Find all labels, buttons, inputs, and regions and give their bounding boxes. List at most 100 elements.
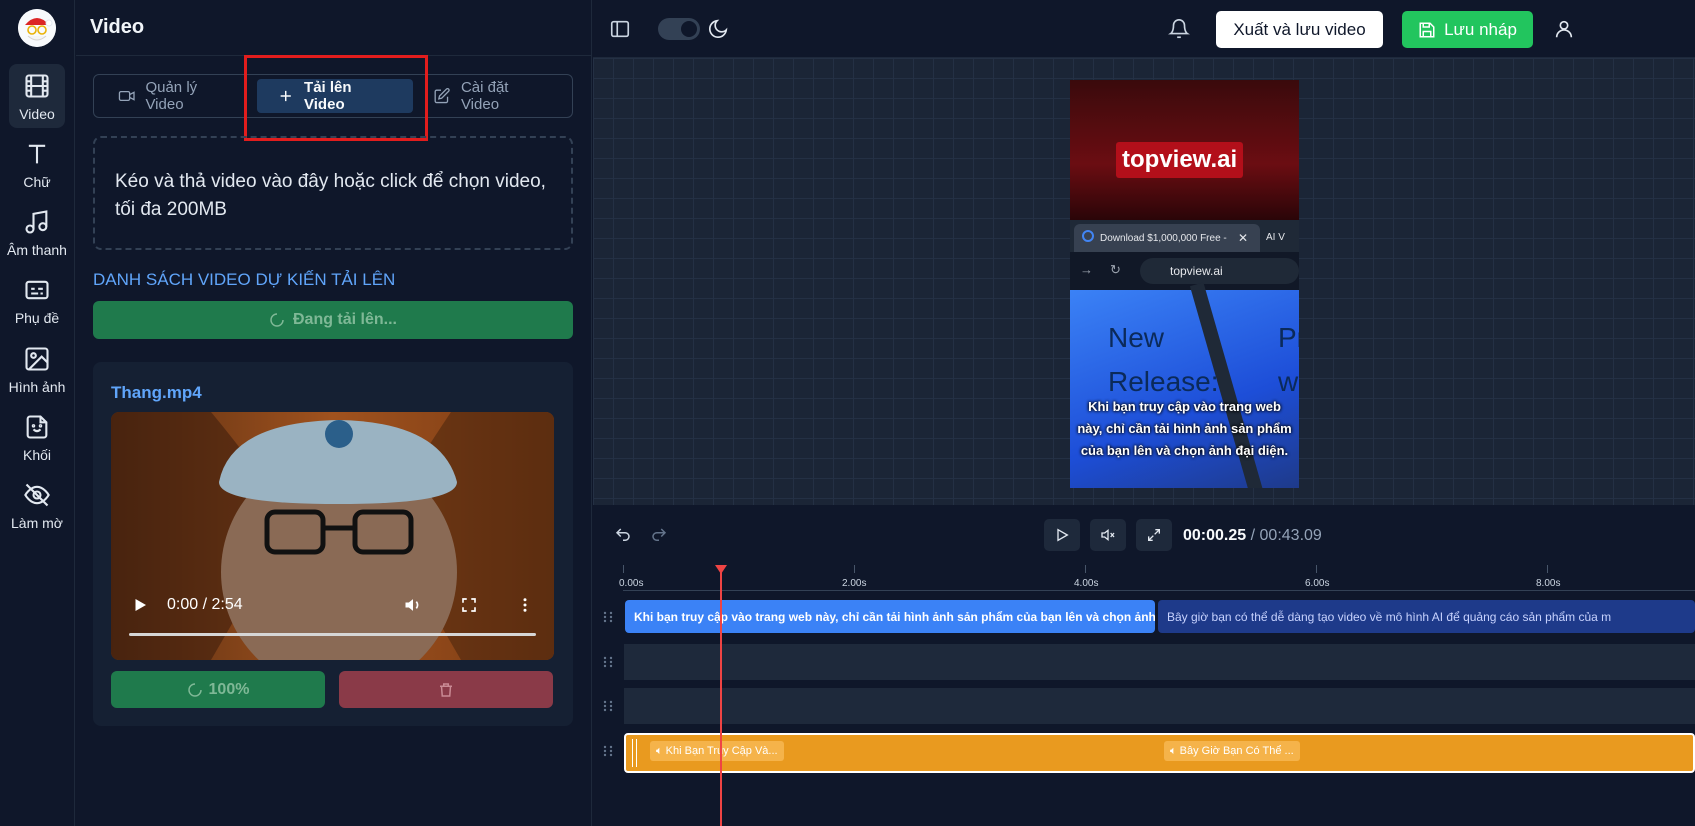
text-icon bbox=[28, 144, 46, 164]
rail-item-image[interactable]: Hình ảnh bbox=[9, 337, 65, 401]
speaker-icon: 🔈︎ bbox=[656, 745, 663, 757]
moon-icon bbox=[708, 19, 728, 39]
save-icon bbox=[1419, 22, 1435, 37]
subtitle-clip[interactable]: Khi bạn truy cập vào trang web này, chỉ … bbox=[625, 600, 1155, 633]
preview-subtitle-caption[interactable]: Khi bạn truy cập vào trang web này, chỉ … bbox=[1076, 396, 1293, 462]
eye-off-icon bbox=[24, 483, 50, 507]
volume-icon[interactable] bbox=[403, 595, 423, 615]
volume-mute-icon bbox=[1101, 528, 1115, 542]
rail-item-subtitles[interactable]: Phụ đề bbox=[9, 268, 65, 332]
user-icon[interactable] bbox=[1553, 18, 1575, 40]
tab-manage-video[interactable]: Quản lý Video bbox=[98, 79, 257, 113]
save-draft-button[interactable]: Lưu nháp bbox=[1402, 11, 1533, 48]
video-preview-frame[interactable]: topview.ai Download $1,000,000 Free - ✕ … bbox=[1070, 80, 1299, 488]
rail-label: Khối bbox=[22, 447, 52, 463]
tick-text: 4.00s bbox=[1074, 578, 1099, 589]
playback-time: 00:00.25 / 00:43.09 bbox=[1183, 527, 1322, 545]
toggle-knob bbox=[681, 21, 697, 37]
google-icon bbox=[1082, 230, 1094, 242]
play-icon bbox=[1057, 528, 1069, 542]
tick-label: 8.00s bbox=[1536, 578, 1560, 589]
upload-dropzone[interactable]: Kéo và thả video vào đây hoặc click để c… bbox=[93, 136, 573, 250]
audio-clip[interactable]: 🔈︎ Khi Bạn Truy Cập Và... bbox=[650, 741, 784, 761]
timeline-playhead[interactable] bbox=[715, 565, 727, 826]
ruler-tick bbox=[623, 565, 624, 573]
timeline-ruler[interactable]: 0.00s 2.00s 4.00s 6.00s 8.00s bbox=[619, 565, 1695, 591]
close-icon: ✕ bbox=[1238, 231, 1249, 245]
bell-icon[interactable] bbox=[1168, 18, 1190, 40]
uploading-label: Đang tải lên... bbox=[292, 311, 397, 328]
player-time: 0:00 / 2:54 bbox=[167, 596, 243, 613]
rail-label: Hình ảnh bbox=[8, 379, 66, 395]
total-time: 00:43.09 bbox=[1259, 527, 1322, 544]
tool-rail: Video Chữ Âm thanh Phụ đề Hình ảnh Khối … bbox=[0, 0, 75, 826]
preview-url-box: topview.ai bbox=[1140, 258, 1299, 284]
delete-file-button[interactable] bbox=[339, 671, 553, 708]
subtitle-clip[interactable]: Bây giờ bạn có thể dễ dàng tạo video về … bbox=[1158, 600, 1695, 633]
audio-trim-handle[interactable] bbox=[632, 739, 637, 767]
drag-handle-icon[interactable] bbox=[601, 699, 615, 713]
ruler-tick bbox=[1085, 565, 1086, 573]
trash-icon bbox=[440, 682, 452, 697]
audio-clip[interactable]: 🔈︎ Bây Giờ Bạn Có Thể ... bbox=[1164, 741, 1300, 761]
preview-url-text: topview.ai bbox=[1170, 264, 1223, 278]
tick-text: 0.00s bbox=[619, 578, 644, 589]
speaker-icon: 🔈︎ bbox=[1170, 745, 1177, 757]
player-progress-bar[interactable] bbox=[129, 633, 536, 636]
image-icon bbox=[25, 347, 49, 371]
reload-icon: ↻ bbox=[1110, 262, 1121, 277]
sticker-icon bbox=[26, 415, 48, 439]
uploading-button: Đang tải lên... bbox=[93, 301, 573, 339]
tick-label: 0.00s bbox=[619, 578, 643, 589]
drag-handle-icon[interactable] bbox=[601, 744, 615, 758]
preview-url-bar: → ↻ topview.ai bbox=[1070, 252, 1299, 290]
rail-label: Âm thanh bbox=[7, 242, 67, 258]
audio-track[interactable]: 🔈︎ Khi Bạn Truy Cập Và... 🔈︎ Bây Giờ Bạn… bbox=[624, 733, 1695, 773]
redo-icon[interactable] bbox=[650, 526, 668, 544]
empty-track[interactable] bbox=[624, 644, 1695, 680]
play-button[interactable] bbox=[1044, 519, 1080, 551]
rail-item-text[interactable]: Chữ bbox=[9, 132, 65, 196]
export-save-button[interactable]: Xuất và lưu video bbox=[1216, 11, 1383, 48]
rail-label: Video bbox=[19, 106, 55, 122]
rail-item-audio[interactable]: Âm thanh bbox=[7, 200, 67, 264]
rail-label: Làm mờ bbox=[11, 515, 63, 531]
preview-canvas: topview.ai Download $1,000,000 Free - ✕ … bbox=[593, 58, 1695, 505]
ruler-tick bbox=[1316, 565, 1317, 573]
drag-handle-icon[interactable] bbox=[601, 610, 615, 624]
rail-item-blocks[interactable]: Khối bbox=[9, 405, 65, 469]
app-logo[interactable] bbox=[18, 9, 56, 47]
play-icon[interactable] bbox=[131, 596, 149, 614]
progress-label: 100% bbox=[208, 680, 250, 698]
ruler-tick bbox=[1547, 565, 1548, 573]
video-camera-icon bbox=[118, 90, 135, 102]
theme-toggle[interactable] bbox=[658, 18, 700, 40]
drag-handle-icon[interactable] bbox=[601, 655, 615, 669]
empty-track[interactable] bbox=[624, 688, 1695, 724]
playback-controls: 00:00.25 / 00:43.09 bbox=[593, 505, 1695, 565]
preview-browser-tabbar: Download $1,000,000 Free - ✕ AI V bbox=[1070, 220, 1299, 252]
file-name: Thang.mp4 bbox=[111, 383, 202, 402]
undo-icon[interactable] bbox=[614, 526, 632, 544]
timeline[interactable]: 0.00s 2.00s 4.00s 6.00s 8.00s Khi bạn tr… bbox=[593, 565, 1695, 826]
upload-progress-button: 100% bbox=[111, 671, 325, 708]
arrow-right-icon: → bbox=[1080, 262, 1093, 277]
rail-label: Phụ đề bbox=[14, 310, 60, 326]
rail-item-blur[interactable]: Làm mờ bbox=[9, 473, 65, 537]
rail-item-video[interactable]: Video bbox=[9, 64, 65, 128]
audio-clip-label: Bây Giờ Bạn Có Thể ... bbox=[1179, 745, 1294, 757]
tick-label: 2.00s bbox=[842, 578, 866, 589]
tick-label: 4.00s bbox=[1074, 578, 1098, 589]
video-player[interactable]: 0:00 / 2:54 bbox=[111, 412, 554, 660]
tab-video-settings[interactable]: Cài đặt Video bbox=[413, 79, 568, 113]
sidebar-toggle-icon[interactable] bbox=[609, 18, 631, 40]
fullscreen-icon[interactable] bbox=[460, 596, 478, 614]
preview-brand-logo: topview.ai bbox=[1116, 142, 1244, 178]
tick-label: 6.00s bbox=[1305, 578, 1329, 589]
mute-button[interactable] bbox=[1090, 519, 1126, 551]
current-time: 00:00.25 bbox=[1183, 527, 1247, 544]
fullscreen-button[interactable] bbox=[1136, 519, 1172, 551]
video-controls: 0:00 / 2:54 bbox=[111, 590, 554, 660]
more-vertical-icon[interactable] bbox=[516, 596, 534, 614]
tick-text: 6.00s bbox=[1305, 578, 1330, 589]
